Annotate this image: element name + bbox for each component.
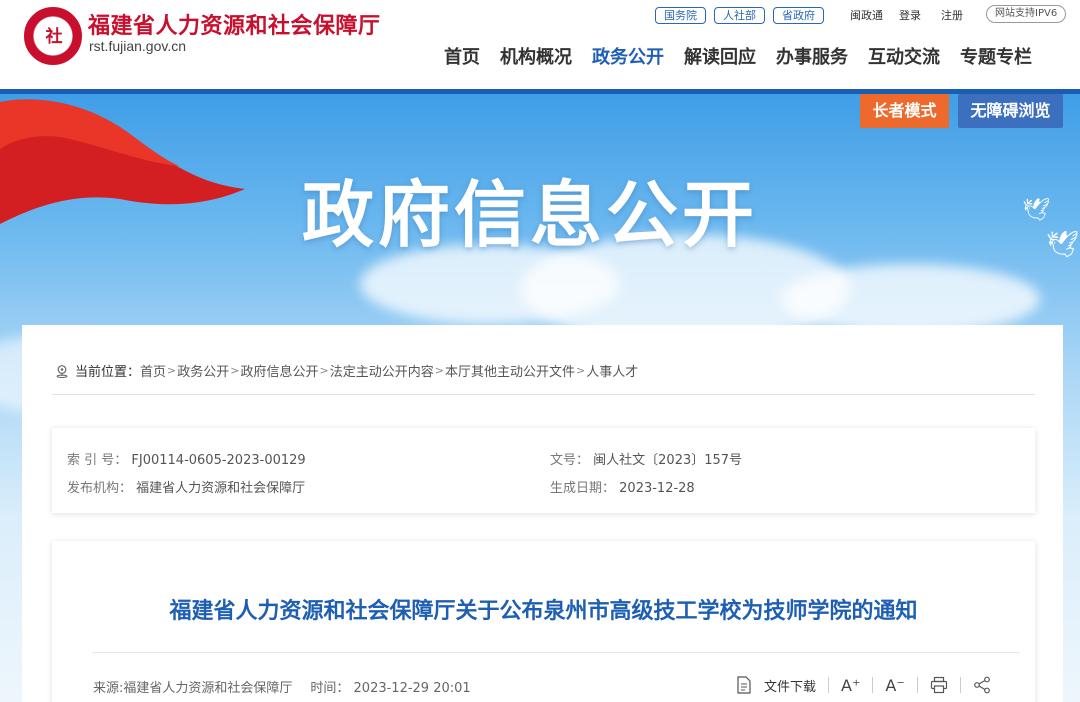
font-increase-button[interactable]: A⁺ [841, 674, 860, 696]
meta-doc-label: 文号： [550, 453, 590, 468]
site-url: rst.fujian.gov.cn [89, 38, 187, 54]
nav-services[interactable]: 办事服务 [776, 44, 848, 72]
meta-index-value: FJ00114-0605-2023-00129 [131, 453, 306, 468]
ipv6-badge: 网站支持IPV6 [986, 5, 1067, 23]
breadcrumb-info-disclosure[interactable]: 政府信息公开 [240, 361, 318, 380]
article-time: 时间： 2023-12-29 20:01 [310, 681, 471, 696]
tool-divider [828, 677, 830, 693]
logo-emblem: 社 [45, 27, 63, 47]
tool-divider [959, 677, 961, 693]
accessible-browse-button[interactable]: 无障碍浏览 [958, 94, 1063, 128]
breadcrumb-government-affairs[interactable]: 政务公开 [177, 361, 229, 380]
print-icon [930, 676, 947, 694]
link-mohrss[interactable]: 人社部 [714, 6, 765, 24]
banner-title: 政府信息公开 [302, 173, 759, 257]
font-decrease-icon: A⁻ [885, 675, 905, 695]
document-meta: 索 引 号： FJ00114-0605-2023-00129 文号： 闽人社文〔… [52, 428, 1035, 513]
article: 福建省人力资源和社会保障厅关于公布泉州市高级技工学校为技师学院的通知 来源:福建… [52, 541, 1035, 702]
breadcrumb-home[interactable]: 首页 [140, 361, 166, 380]
share-icon [973, 676, 990, 694]
meta-doc-value: 闽人社文〔2023〕157号 [593, 453, 743, 468]
meta-publisher: 发布机构： 福建省人力资源和社会保障厅 [67, 477, 305, 496]
link-minzhengtong[interactable]: 闽政通 [850, 7, 883, 23]
breadcrumb-separator: > [575, 364, 586, 377]
meta-date-label: 生成日期： [550, 481, 616, 496]
register-link[interactable]: 注册 [941, 7, 963, 23]
font-decrease-button[interactable]: A⁻ [885, 674, 904, 696]
nav-interpretation[interactable]: 解读回应 [684, 44, 756, 72]
file-download-button[interactable]: 文件下载 [736, 674, 816, 696]
breadcrumb-personnel[interactable]: 人事人才 [586, 361, 638, 380]
site-name[interactable]: 福建省人力资源和社会保障厅 [88, 8, 381, 40]
breadcrumb: 当前位置： 首页 > 政务公开 > 政府信息公开 > 法定主动公开内容 > 本厅… [55, 361, 638, 380]
document-icon [737, 676, 751, 694]
elder-mode-button[interactable]: 长者模式 [860, 94, 949, 128]
tool-divider [872, 677, 874, 693]
meta-index: 索 引 号： FJ00114-0605-2023-00129 [67, 449, 306, 468]
nav-organization[interactable]: 机构概况 [500, 44, 572, 72]
nav-special-topics[interactable]: 专题专栏 [960, 44, 1032, 72]
site-header: 社 福建省人力资源和社会保障厅 rst.fujian.gov.cn 国务院 人社… [0, 0, 1080, 89]
file-download-label: 文件下载 [764, 679, 817, 695]
breadcrumb-label: 当前位置： [75, 365, 141, 380]
nav-interaction[interactable]: 互动交流 [868, 44, 940, 72]
dove-icon: 🕊 [1022, 198, 1050, 223]
breadcrumb-statutory-content[interactable]: 法定主动公开内容 [330, 361, 434, 380]
article-divider [92, 652, 1020, 653]
font-increase-icon: A⁺ [841, 675, 861, 695]
red-flag-icon [0, 99, 245, 224]
meta-date-value: 2023-12-28 [619, 481, 695, 496]
meta-index-label: 索 引 号： [67, 453, 128, 468]
content-panel: 当前位置： 首页 > 政务公开 > 政府信息公开 > 法定主动公开内容 > 本厅… [22, 325, 1063, 702]
dove-icon: 🕊 [1046, 230, 1080, 260]
meta-publisher-value: 福建省人力资源和社会保障厅 [136, 481, 306, 496]
breadcrumb-separator: > [434, 364, 444, 377]
meta-doc-number: 文号： 闽人社文〔2023〕157号 [550, 449, 742, 468]
top-links: 国务院 人社部 省政府 闽政通 登录 注册 [655, 6, 963, 24]
print-button[interactable] [930, 674, 948, 696]
breadcrumb-divider [52, 394, 1035, 395]
cloud [780, 264, 1040, 334]
location-pin-icon [56, 364, 68, 378]
meta-publisher-label: 发布机构： [67, 481, 133, 496]
login-link[interactable]: 登录 [899, 7, 921, 23]
article-source: 来源:福建省人力资源和社会保障厅 [93, 681, 293, 696]
breadcrumb-other-files[interactable]: 本厅其他主动公开文件 [445, 361, 575, 380]
nav-home[interactable]: 首页 [444, 44, 480, 72]
main-nav: 首页 机构概况 政务公开 解读回应 办事服务 互动交流 专题专栏 [444, 44, 1032, 72]
link-state-council[interactable]: 国务院 [655, 6, 706, 24]
site-logo-icon[interactable]: 社 [24, 7, 82, 65]
meta-date: 生成日期： 2023-12-28 [550, 477, 695, 496]
tool-divider [916, 677, 918, 693]
article-source-info: 来源:福建省人力资源和社会保障厅 时间： 2023-12-29 20:01 [93, 677, 471, 696]
breadcrumb-separator: > [167, 364, 177, 377]
breadcrumb-separator: > [319, 364, 329, 377]
breadcrumb-separator: > [230, 364, 240, 377]
share-button[interactable] [973, 674, 991, 696]
article-tools: 文件下载 A⁺ A⁻ [736, 674, 991, 696]
nav-government-affairs[interactable]: 政务公开 [592, 44, 664, 72]
article-title: 福建省人力资源和社会保障厅关于公布泉州市高级技工学校为技师学院的通知 [169, 599, 918, 624]
link-provincial-gov[interactable]: 省政府 [773, 6, 824, 24]
